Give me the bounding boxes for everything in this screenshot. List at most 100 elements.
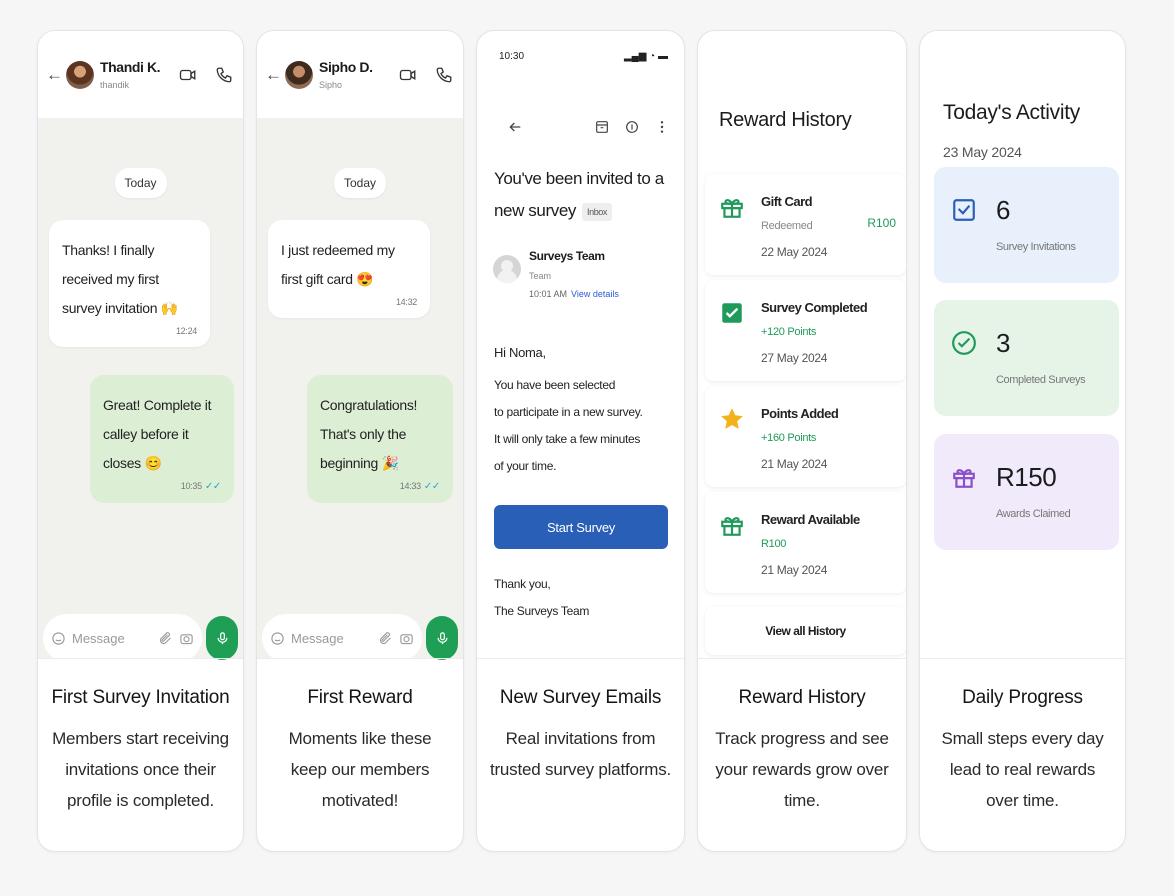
caption-text: Real invitations from trusted survey pla… <box>489 729 672 779</box>
gift-icon <box>721 199 743 218</box>
message-text: Congratulations! That's only the beginni… <box>320 397 418 471</box>
message-input[interactable]: Message <box>262 614 422 662</box>
card-caption: Daily Progress Small steps every day lea… <box>920 658 1125 851</box>
message-time: 12:24 <box>175 326 197 336</box>
contact-subtitle: thandik <box>100 80 130 90</box>
sender-block: Surveys Team Team 10:01 AM View details <box>493 249 670 299</box>
avatar[interactable] <box>285 60 313 89</box>
stat-value: R150 <box>996 462 1057 492</box>
stat-card-awards-claimed[interactable]: R150 Awards Claimed <box>934 434 1119 550</box>
item-date: 27 May 2024 <box>761 351 828 365</box>
caption-text: Members start receiving invitations once… <box>52 729 229 810</box>
stat-label: Awards Claimed <box>996 508 1071 520</box>
phone-icon[interactable] <box>435 66 453 84</box>
item-status: +120 Points <box>761 326 817 338</box>
feature-card-first-survey-invitation: ← Thandi K. thandik Today Thanks! I fina… <box>37 30 244 852</box>
camera-icon[interactable] <box>179 631 194 646</box>
greeting: Hi Noma, <box>494 345 546 360</box>
attachment-icon[interactable] <box>378 631 393 646</box>
chat-header: ← Sipho D. Sipho <box>257 31 463 118</box>
message-text: I just redeemed my first gift card 😍 <box>281 242 395 287</box>
item-title: Reward Available <box>761 512 860 527</box>
date-separator: Today <box>114 168 167 198</box>
sender-role: Team <box>529 271 552 281</box>
view-all-history-button[interactable]: View all History <box>705 607 906 655</box>
card-caption: First Survey Invitation Members start re… <box>38 658 243 851</box>
microphone-icon <box>437 631 447 644</box>
video-call-icon[interactable] <box>179 66 197 84</box>
emoji-icon[interactable] <box>270 631 285 646</box>
stat-value: 6 <box>996 195 1010 225</box>
stat-label: Survey Invitations <box>996 241 1076 253</box>
body-line: You have been selected <box>494 378 616 392</box>
stat-label: Completed Surveys <box>996 374 1086 386</box>
item-status: R100 <box>761 538 787 550</box>
attachment-icon[interactable] <box>158 631 173 646</box>
inbox-tag[interactable]: Inbox <box>581 202 613 221</box>
outgoing-message: Great! Complete it calley before it clos… <box>90 375 234 503</box>
history-item[interactable]: Reward Available R100 21 May 2024 <box>705 492 906 593</box>
status-time: 10:30 <box>499 51 525 62</box>
label-icon[interactable] <box>624 119 640 135</box>
message-input[interactable]: Message <box>43 614 202 662</box>
reward-history-screen: Reward History Gift Card Redeemed 22 May… <box>698 31 906 658</box>
start-survey-button[interactable]: Start Survey <box>494 505 668 549</box>
screen-title: Reward History <box>719 109 852 131</box>
emoji-icon[interactable] <box>51 631 66 646</box>
body-line: It will only take a few minutes <box>494 432 641 446</box>
card-caption: New Survey Emails Real invitations from … <box>477 658 684 851</box>
item-amount: R100 <box>867 216 896 230</box>
message-placeholder: Message <box>291 630 344 646</box>
history-item[interactable]: Survey Completed +120 Points 27 May 2024 <box>705 280 906 381</box>
history-item[interactable]: Points Added +160 Points 21 May 2024 <box>705 386 906 487</box>
contact-name[interactable]: Sipho D. <box>319 59 399 75</box>
item-title: Gift Card <box>761 194 813 209</box>
more-vertical-icon[interactable] <box>654 119 670 135</box>
stat-card-survey-invitations[interactable]: 6 Survey Invitations <box>934 167 1119 283</box>
stat-card-completed-surveys[interactable]: 3 Completed Surveys <box>934 300 1119 416</box>
read-ticks-icon: ✓✓ <box>423 481 440 492</box>
video-call-icon[interactable] <box>399 66 417 84</box>
email-body: Hi Noma, You have been selected to parti… <box>494 345 674 480</box>
avatar[interactable] <box>66 60 94 89</box>
microphone-button[interactable] <box>426 616 458 660</box>
back-arrow-icon[interactable]: ← <box>46 65 63 85</box>
item-date: 21 May 2024 <box>761 563 828 577</box>
message-placeholder: Message <box>72 630 125 646</box>
view-details-link[interactable]: View details <box>571 289 619 299</box>
star-icon <box>721 408 743 429</box>
caption-title: First Survey Invitation <box>51 687 230 708</box>
item-status: Redeemed <box>761 220 813 232</box>
message-time: 14:32 <box>395 297 417 307</box>
caption-title: Reward History <box>738 687 866 708</box>
caption-title: Daily Progress <box>962 687 1083 708</box>
chat-header: ← Thandi K. thandik <box>38 31 243 118</box>
body-line: of your time. <box>494 459 557 473</box>
item-title: Survey Completed <box>761 300 868 315</box>
microphone-icon <box>217 631 227 644</box>
archive-icon[interactable] <box>594 119 610 135</box>
contact-subtitle: Sipho <box>319 80 343 90</box>
back-arrow-icon[interactable]: ← <box>265 65 282 85</box>
history-item[interactable]: Gift Card Redeemed 22 May 2024 R100 <box>705 174 906 275</box>
back-arrow-icon[interactable] <box>507 119 523 135</box>
read-ticks-icon: ✓✓ <box>204 481 221 492</box>
sender-name: Surveys Team <box>529 249 605 263</box>
item-title: Points Added <box>761 406 839 421</box>
feature-card-daily-progress: Today's Activity 23 May 2024 6 Survey In… <box>919 30 1126 852</box>
microphone-button[interactable] <box>206 616 238 660</box>
item-date: 22 May 2024 <box>761 245 828 259</box>
contact-name[interactable]: Thandi K. <box>100 59 179 75</box>
camera-icon[interactable] <box>399 631 414 646</box>
signoff-line: The Surveys Team <box>494 604 590 618</box>
gift-icon <box>953 469 975 488</box>
feature-card-new-survey-emails: 10:30 ▂▄▆ ◔ ▬ You've been invited to a n… <box>476 30 685 852</box>
email-toolbar <box>493 119 670 135</box>
caption-text: Track progress and see your rewards grow… <box>715 729 889 810</box>
phone-icon[interactable] <box>215 66 233 84</box>
sender-avatar <box>493 255 521 283</box>
sent-time: 10:01 AM <box>529 289 568 299</box>
item-date: 21 May 2024 <box>761 457 828 471</box>
status-bar: 10:30 ▂▄▆ ◔ ▬ <box>499 51 668 62</box>
signoff-line: Thank you, <box>494 577 551 591</box>
